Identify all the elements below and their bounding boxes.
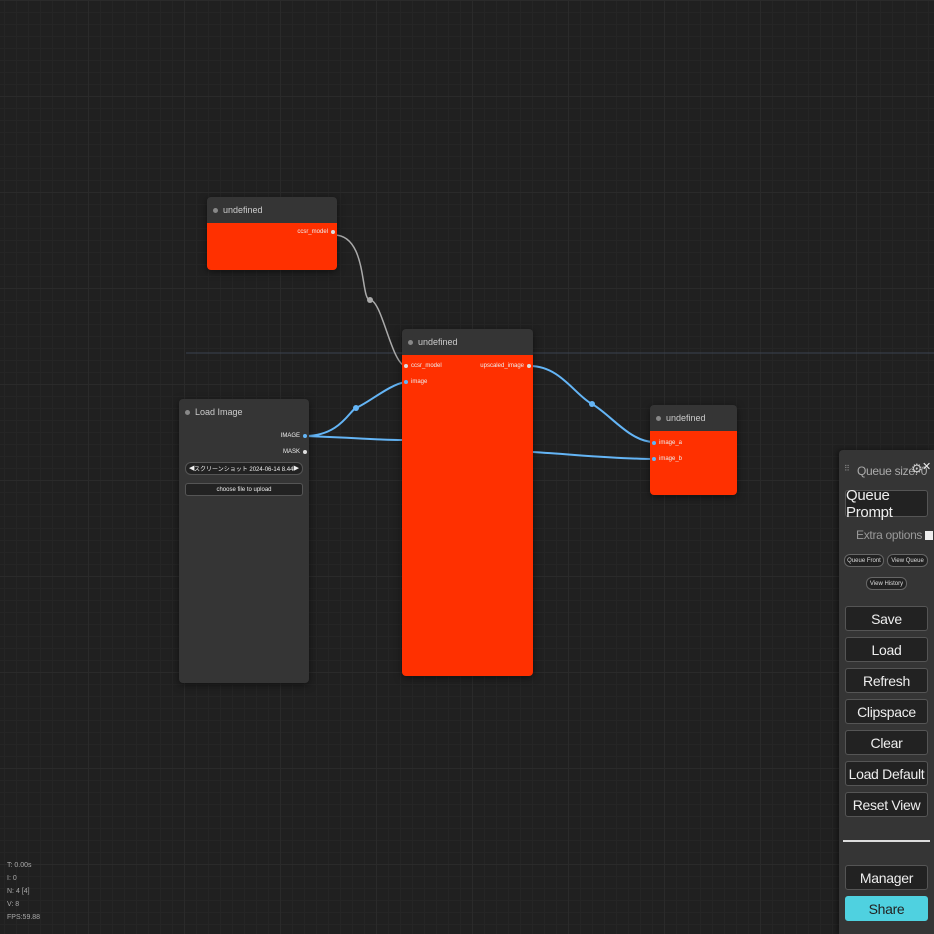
clear-button[interactable]: Clear [845,730,928,755]
node-header[interactable]: undefined [402,329,533,355]
node-title: undefined [223,205,263,215]
slot-label: ccsr_model [297,229,328,235]
slot-label: image_b [659,456,683,462]
save-button[interactable]: Save [845,606,928,631]
output-slot-upscaled-image[interactable]: upscaled_image [480,361,531,371]
slot-label: ccsr_model [411,363,442,369]
upload-button[interactable]: choose file to upload [185,483,303,496]
slot-label: MASK [282,449,300,455]
node-compare[interactable]: undefined image_a image_b [650,405,737,495]
node-header[interactable]: undefined [207,197,337,223]
slot-dot-icon[interactable] [303,450,307,454]
clipspace-button[interactable]: Clipspace [845,699,928,724]
graph-canvas[interactable]: undefined ccsr_model undefined ccsr_mode… [0,0,934,934]
link-model-midpoint[interactable] [367,297,373,303]
extra-options-label: Extra options [856,528,923,542]
load-default-button[interactable]: Load Default [845,761,928,786]
collapse-dot-icon[interactable] [213,207,218,213]
stat-time: T: 0.00s [7,862,32,869]
slot-dot-icon[interactable] [404,380,408,384]
node-title: Load Image [195,407,243,417]
slot-dot-icon[interactable] [404,364,408,368]
node-model-loader[interactable]: undefined ccsr_model [207,197,337,270]
input-slot-ccsr-model[interactable]: ccsr_model [404,361,442,371]
arrow-right-icon[interactable]: ▶ [294,464,299,472]
node-body: ccsr_model image upscaled_image [402,355,533,676]
output-slot-image[interactable]: IMAGE [281,431,307,441]
image-combo-widget[interactable]: ◀ スクリーンショット 2024-06-14 8.44.45.png ▶ [185,462,303,475]
slot-label: image [411,379,428,385]
node-header[interactable]: Load Image [179,399,309,425]
extra-options-row[interactable]: Extra options [856,528,934,542]
arrow-left-icon[interactable]: ◀ [189,464,194,472]
reset-view-button[interactable]: Reset View [845,792,928,817]
output-slot-mask[interactable]: MASK [283,447,307,457]
drag-handle-icon[interactable]: ⠿ [844,464,850,473]
view-queue-button[interactable]: View Queue [887,554,928,567]
upload-label: choose file to upload [216,486,272,493]
link-image-midpoint[interactable] [353,405,359,411]
slot-label: IMAGE [280,433,300,439]
view-history-button[interactable]: View History [866,577,907,590]
load-button[interactable]: Load [845,637,928,662]
settings-gear-icon[interactable]: ⚙ [911,461,923,477]
node-title: undefined [418,337,458,347]
stat-v: V: 8 [7,901,20,908]
slot-label: image_a [659,440,683,446]
slot-dot-icon[interactable] [527,364,531,368]
queue-menu-panel[interactable]: ⠿ Queue size: 0 ⚙ ✕ Queue Prompt Extra o… [839,450,934,934]
share-button[interactable]: Share [845,896,928,921]
output-slot-ccsr-model[interactable]: ccsr_model [297,227,335,237]
node-body: IMAGE MASK ◀ スクリーンショット 2024-06-14 8.44.4… [179,425,309,683]
slot-dot-icon[interactable] [652,441,656,445]
node-body: image_a image_b [650,431,737,495]
slot-dot-icon[interactable] [331,230,335,234]
close-icon[interactable]: ✕ [922,460,931,473]
node-header[interactable]: undefined [650,405,737,431]
node-load-image[interactable]: Load Image IMAGE MASK ◀ スクリーンショット 2024-0… [179,399,309,683]
node-upscaler[interactable]: undefined ccsr_model image upscaled_imag… [402,329,533,676]
stat-i: I: 0 [7,875,17,882]
queue-prompt-button[interactable]: Queue Prompt [845,487,928,521]
refresh-button[interactable]: Refresh [845,668,928,693]
extra-options-checkbox[interactable] [925,530,934,540]
node-body: ccsr_model [207,223,337,270]
queue-front-button[interactable]: Queue Front [844,554,884,567]
collapse-dot-icon[interactable] [656,415,661,421]
input-slot-image-a[interactable]: image_a [652,438,682,448]
image-filename: スクリーンショット 2024-06-14 8.44.45.png [194,467,294,473]
menu-divider [843,840,930,842]
slot-dot-icon[interactable] [303,434,307,438]
stat-nodes: N: 4 [4] [7,888,30,895]
node-title: undefined [666,413,706,423]
collapse-dot-icon[interactable] [408,339,413,345]
manager-button[interactable]: Manager [845,865,928,890]
slot-label: upscaled_image [480,363,524,369]
input-slot-image-b[interactable]: image_b [652,454,682,464]
input-slot-image[interactable]: image [404,377,427,387]
slot-dot-icon[interactable] [652,457,656,461]
render-stats: T: 0.00s I: 0 N: 4 [4] V: 8 FPS:59.88 [7,859,40,924]
stat-fps: FPS:59.88 [7,914,41,921]
collapse-dot-icon[interactable] [185,409,190,415]
link-upscaled-midpoint[interactable] [589,401,595,407]
